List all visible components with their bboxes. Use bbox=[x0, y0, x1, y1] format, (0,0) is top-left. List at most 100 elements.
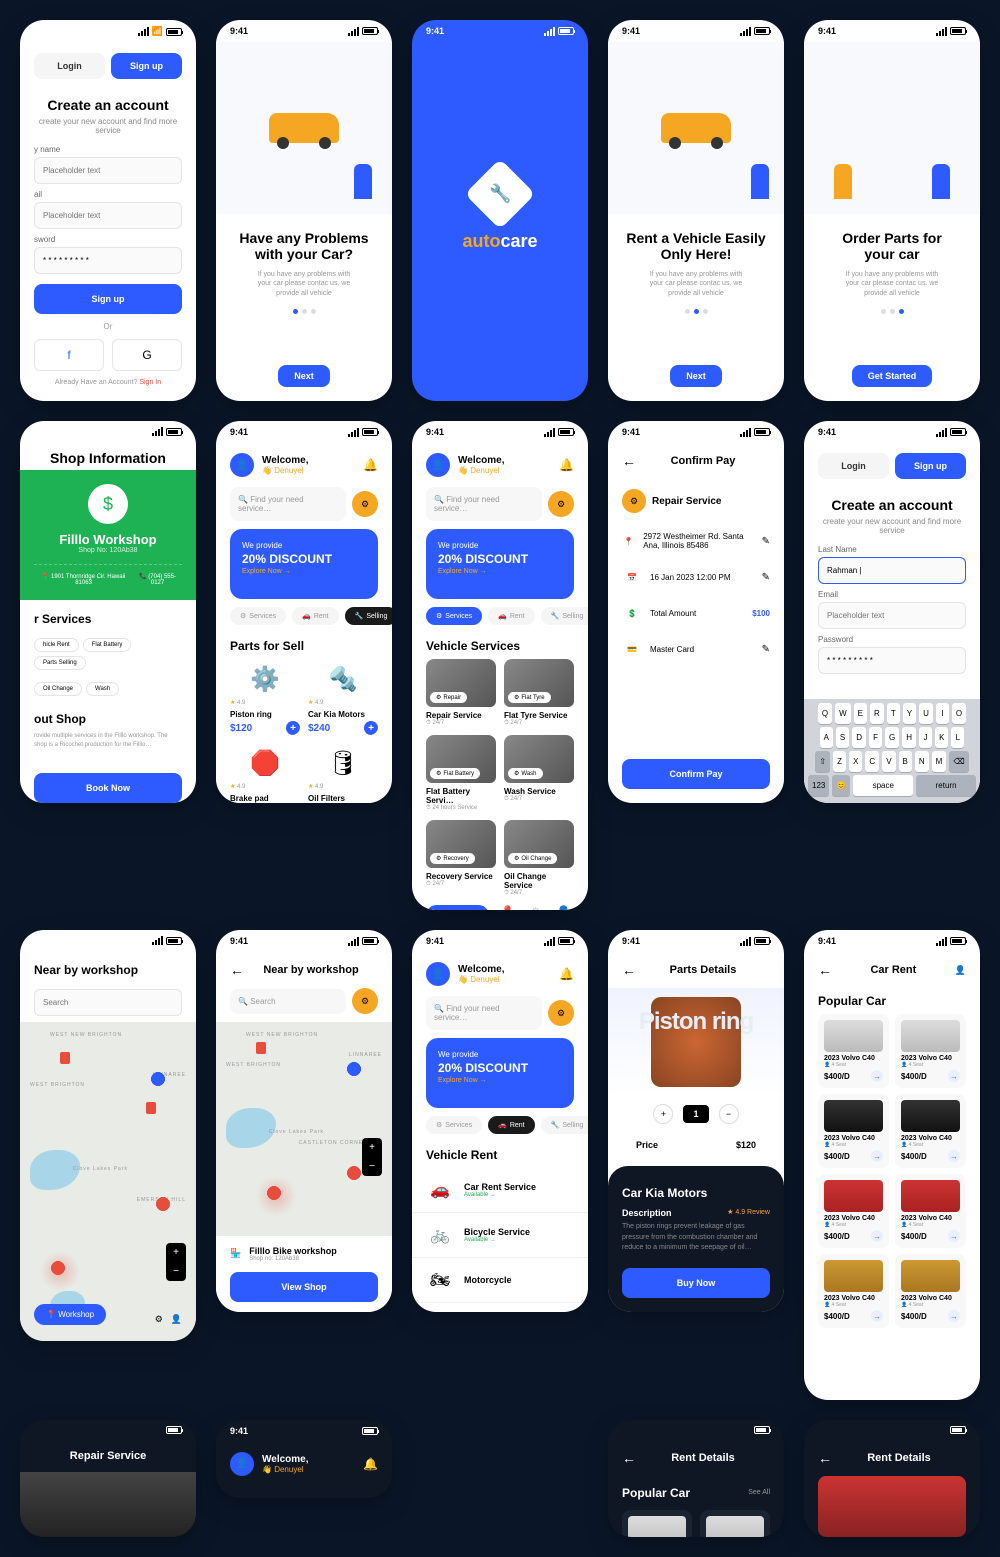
search-input[interactable]: 🔍 Search bbox=[230, 989, 346, 1014]
service-card[interactable]: ⚙ RepairRepair Service⏱ 24/7 bbox=[426, 659, 496, 727]
qty-plus-button[interactable]: + bbox=[653, 1104, 673, 1124]
chip[interactable]: Oil Change bbox=[34, 682, 82, 696]
filter-button[interactable]: ⚙ bbox=[352, 491, 378, 517]
keyboard[interactable]: QWERTYUIO ASDFGHJKL ⇧ZXCVBNM⌫ 123😊spacer… bbox=[804, 699, 980, 803]
rent-item[interactable]: 🚲Bicycle ServiceAvailable → bbox=[412, 1213, 588, 1258]
login-tab[interactable]: Login bbox=[34, 53, 105, 79]
notification-icon[interactable]: 🔔 bbox=[363, 458, 378, 472]
nav-icon[interactable]: 👤 bbox=[171, 1314, 182, 1325]
qty-minus-button[interactable]: − bbox=[719, 1104, 739, 1124]
back-button[interactable]: ← bbox=[818, 1450, 832, 1466]
tab-services[interactable]: ⚙ Services bbox=[426, 1116, 482, 1134]
next-button[interactable]: Next bbox=[278, 365, 330, 387]
service-card[interactable]: ⚙ WashWash Service⏱ 24/7 bbox=[504, 735, 574, 812]
tab-services[interactable]: ⚙ Services bbox=[230, 607, 286, 625]
avatar[interactable]: 👤 bbox=[230, 453, 254, 477]
car-card[interactable]: 2023 Volvo C40👤 4 Seat$400/D→ bbox=[895, 1014, 966, 1088]
avatar[interactable]: 👤 bbox=[426, 453, 450, 477]
tab-rent[interactable]: 🚗 Rent bbox=[488, 607, 535, 625]
pin-icon[interactable] bbox=[150, 1072, 166, 1092]
nav-profile-icon[interactable]: 👤 bbox=[554, 905, 574, 910]
service-card[interactable]: ⚙ Flat BatteryFlat Battery Servi…⏱ 24 ho… bbox=[426, 735, 496, 812]
car-card[interactable]: 2023 Volvo C40👤 4 Seat$400/D→ bbox=[895, 1254, 966, 1328]
chip[interactable]: hicle Rent bbox=[34, 638, 79, 652]
google-button[interactable]: G bbox=[112, 339, 182, 371]
promo-banner[interactable]: We provide 20% DISCOUNT Explore Now → bbox=[426, 1038, 574, 1108]
chip[interactable]: Flat Battery bbox=[83, 638, 132, 652]
email-input[interactable] bbox=[34, 202, 182, 229]
part-card[interactable]: 🛢4.9Oil Filters$240+ bbox=[308, 743, 378, 802]
car-card[interactable]: 2023 Volvo C40👤 4 Seat$400/D→ bbox=[818, 1014, 889, 1088]
back-button[interactable]: ← bbox=[622, 453, 636, 469]
part-card[interactable]: 🔩4.9Car Kia Motors$240+ bbox=[308, 659, 378, 735]
rent-item[interactable]: 🚗Car Rent ServiceAvailable → bbox=[412, 1168, 588, 1213]
back-button[interactable]: ← bbox=[622, 962, 636, 978]
notification-icon[interactable]: 🔔 bbox=[559, 967, 574, 981]
signup-tab[interactable]: Sign up bbox=[895, 453, 966, 479]
login-tab[interactable]: Login bbox=[818, 453, 889, 479]
get-started-button[interactable]: Get Started bbox=[852, 365, 933, 387]
name-input[interactable] bbox=[34, 157, 182, 184]
service-card[interactable]: ⚙ Oil ChangeOil Change Service⏱ 24/7 bbox=[504, 820, 574, 897]
signin-link[interactable]: Sign In bbox=[139, 379, 161, 386]
filter-button[interactable]: ⚙ bbox=[352, 988, 378, 1014]
buy-now-button[interactable]: Buy Now bbox=[622, 1268, 770, 1298]
avatar[interactable]: 👤 bbox=[230, 1452, 254, 1476]
filter-button[interactable]: ⚙ bbox=[548, 491, 574, 517]
car-card[interactable]: 2023 Volvo C40👤 4 Seat$400/D→ bbox=[895, 1174, 966, 1248]
tab-services[interactable]: ⚙ Services bbox=[426, 607, 482, 625]
nav-location-icon[interactable]: 📍 bbox=[497, 905, 517, 910]
tab-selling[interactable]: 🔧 Selling bbox=[345, 607, 392, 625]
service-card[interactable]: ⚙ RecoveryRecovery Service⏱ 24/7 bbox=[426, 820, 496, 897]
pin-icon[interactable] bbox=[346, 1062, 362, 1082]
next-button[interactable]: Next bbox=[670, 365, 722, 387]
edit-icon[interactable]: ✎ bbox=[762, 536, 770, 547]
pin-icon[interactable] bbox=[155, 1197, 171, 1217]
email-input[interactable] bbox=[818, 602, 966, 629]
car-card[interactable]: 2023 Volvo C40👤 4 Seat$400/D→ bbox=[818, 1094, 889, 1168]
gas-pin-icon[interactable] bbox=[60, 1052, 70, 1064]
car-card[interactable] bbox=[700, 1510, 770, 1537]
part-card[interactable]: 🛑4.9Brake pad$120+ bbox=[230, 743, 300, 802]
avatar[interactable]: 👤 bbox=[426, 962, 450, 986]
confirm-pay-button[interactable]: Confirm Pay bbox=[622, 759, 770, 789]
promo-banner[interactable]: We provide 20% DISCOUNT Explore Now → bbox=[230, 529, 378, 599]
promo-banner[interactable]: We provide 20% DISCOUNT Explore Now → bbox=[426, 529, 574, 599]
gas-pin-icon[interactable] bbox=[256, 1042, 266, 1054]
signup-tab[interactable]: Sign up bbox=[111, 53, 182, 79]
part-card[interactable]: ⚙️4.9Piston ring$120+ bbox=[230, 659, 300, 735]
chip[interactable]: Wash bbox=[86, 682, 119, 696]
search-input[interactable] bbox=[34, 989, 182, 1016]
tab-rent[interactable]: 🚗 Rent bbox=[292, 607, 339, 625]
rent-item[interactable]: 🏍Motorcycle bbox=[412, 1258, 588, 1303]
view-shop-button[interactable]: View Shop bbox=[230, 1272, 378, 1302]
car-card[interactable]: 2023 Volvo C40👤 4 Seat$400/D→ bbox=[895, 1094, 966, 1168]
nav-settings-icon[interactable]: ⚙ bbox=[526, 905, 546, 910]
gas-pin-icon[interactable] bbox=[146, 1102, 156, 1114]
avatar[interactable]: 👤 bbox=[955, 965, 966, 976]
car-card[interactable]: 2023 Volvo C40👤 4 Seat$400/D→ bbox=[818, 1174, 889, 1248]
search-input[interactable]: 🔍 Find your need service… bbox=[426, 996, 542, 1030]
search-input[interactable]: 🔍 Find your need service… bbox=[230, 487, 346, 521]
signup-button[interactable]: Sign up bbox=[34, 284, 182, 314]
tab-rent[interactable]: 🚗 Rent bbox=[488, 1116, 535, 1134]
password-input[interactable] bbox=[34, 247, 182, 274]
zoom-control[interactable]: +− bbox=[362, 1138, 382, 1176]
back-button[interactable]: ← bbox=[622, 1450, 636, 1466]
password-input[interactable] bbox=[818, 647, 966, 674]
map[interactable]: WEST NEW BRIGHTON WEST BRIGHTON LINNAREE… bbox=[216, 1022, 392, 1235]
car-card[interactable] bbox=[622, 1510, 692, 1537]
chip[interactable]: Parts Selling bbox=[34, 656, 86, 670]
notification-icon[interactable]: 🔔 bbox=[363, 1457, 378, 1471]
filter-button[interactable]: ⚙ bbox=[548, 1000, 574, 1026]
book-now-button[interactable]: Book Now bbox=[34, 773, 182, 803]
tab-selling[interactable]: 🔧 Selling bbox=[541, 1116, 588, 1134]
zoom-control[interactable]: +− bbox=[166, 1243, 186, 1281]
car-card[interactable]: 2023 Volvo C40👤 4 Seat$400/D→ bbox=[818, 1254, 889, 1328]
facebook-button[interactable]: f bbox=[34, 339, 104, 371]
back-button[interactable]: ← bbox=[818, 962, 832, 978]
notification-icon[interactable]: 🔔 bbox=[559, 458, 574, 472]
lastname-input[interactable] bbox=[818, 557, 966, 584]
nav-home[interactable]: 🏠 Home bbox=[426, 905, 489, 910]
pin-icon[interactable] bbox=[346, 1166, 362, 1186]
